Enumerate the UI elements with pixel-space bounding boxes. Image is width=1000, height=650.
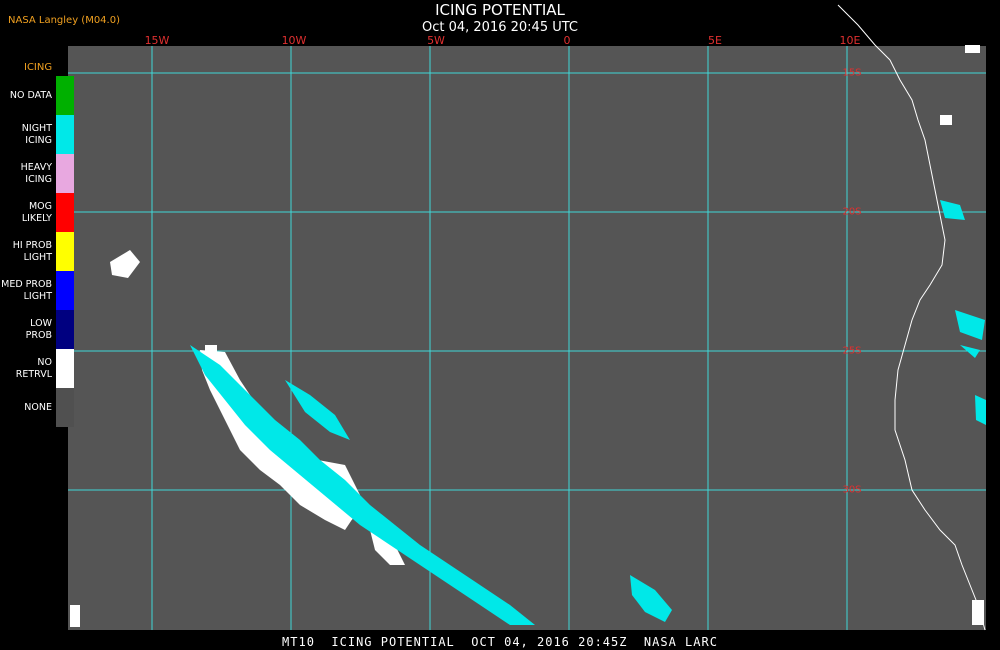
lon-label-15w: 15W xyxy=(144,34,170,47)
lon-label-5w: 5W xyxy=(427,34,445,47)
legend-item-heavy-icing: HEAVY ICING xyxy=(0,154,76,193)
legend-swatch xyxy=(56,193,74,232)
page-title: ICING POTENTIAL xyxy=(435,1,565,19)
legend-item-hi-prob-light: HI PROB LIGHT xyxy=(0,232,76,271)
satellite-map xyxy=(68,4,986,631)
legend-label: NONE xyxy=(24,401,52,413)
legend-item-no-retrvl: NO RETRVL xyxy=(0,349,76,388)
legend-label: MOG LIKELY xyxy=(21,200,52,224)
legend-swatch xyxy=(56,310,74,349)
legend-item-no-data: NO DATA xyxy=(0,76,76,115)
footer-caption: MT10 ICING POTENTIAL OCT 04, 2016 20:45Z… xyxy=(282,635,718,649)
legend-item-night-icing: NIGHT ICING xyxy=(0,115,76,154)
legend-item-none: NONE xyxy=(0,388,76,427)
legend-title: ICING xyxy=(24,62,53,73)
legend-label: NO RETRVL xyxy=(15,356,52,380)
lat-label-30s: 30S xyxy=(842,484,862,496)
legend-label: NO DATA xyxy=(9,89,52,101)
legend-label: LOW PROB xyxy=(25,317,52,341)
legend-swatch xyxy=(56,388,74,427)
legend-label: NIGHT ICING xyxy=(21,122,52,146)
lat-label-15s: 15S xyxy=(842,67,862,79)
legend-label: HI PROB LIGHT xyxy=(12,239,52,263)
lon-label-10e: 10E xyxy=(839,34,861,47)
legend-swatch xyxy=(56,349,74,388)
legend-item-low-prob: LOW PROB xyxy=(0,310,76,349)
legend-swatch xyxy=(56,154,74,193)
legend-item-med-prob-light: MED PROB LIGHT xyxy=(0,271,76,310)
page-subtitle: Oct 04, 2016 20:45 UTC xyxy=(422,20,578,35)
legend-swatch xyxy=(56,76,74,115)
legend-label: MED PROB LIGHT xyxy=(1,278,52,302)
map-area xyxy=(68,46,986,630)
lon-label-5e: 5E xyxy=(708,34,722,47)
lon-label-0: 0 xyxy=(563,34,571,47)
legend-swatch xyxy=(56,232,74,271)
lat-label-25s: 25S xyxy=(842,345,862,357)
legend-swatch xyxy=(56,115,74,154)
legend-item-mog-likely: MOG LIKELY xyxy=(0,193,76,232)
lat-label-20s: 20S xyxy=(842,206,862,218)
legend-label: HEAVY ICING xyxy=(20,161,52,185)
legend-swatch xyxy=(56,271,74,310)
lon-label-10w: 10W xyxy=(281,34,307,47)
